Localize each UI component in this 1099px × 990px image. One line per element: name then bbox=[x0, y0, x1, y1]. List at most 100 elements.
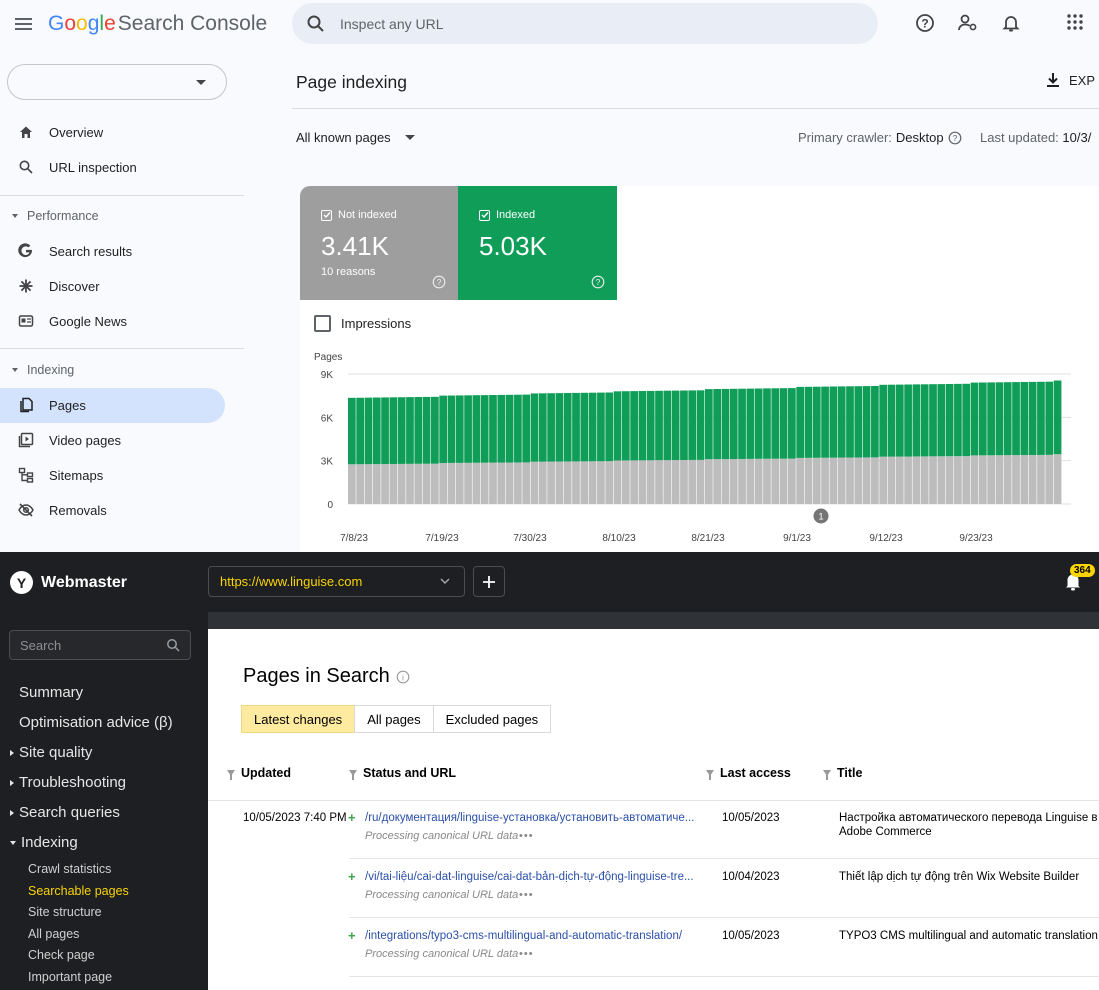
bar-indexed bbox=[1053, 380, 1062, 455]
row-last-access: 10/05/2023 bbox=[722, 930, 780, 942]
added-plus-icon: + bbox=[348, 810, 356, 825]
bar-indexed bbox=[696, 390, 705, 460]
chevron-down-icon bbox=[196, 80, 206, 85]
checkbox-checked-icon[interactable] bbox=[479, 209, 490, 221]
bar-not-indexed bbox=[597, 461, 605, 504]
column-label: Status and URL bbox=[363, 766, 457, 780]
section-indexing[interactable]: Indexing bbox=[12, 363, 74, 377]
inspect-url-search[interactable] bbox=[292, 3, 878, 44]
sidebar-item-optimisation[interactable]: Optimisation advice (β) bbox=[19, 714, 173, 731]
sidebar-item-label: Video pages bbox=[49, 433, 122, 448]
sidebar-item-url-inspection[interactable]: URL inspection bbox=[0, 150, 225, 185]
pages-icon bbox=[18, 397, 34, 413]
bar-indexed bbox=[680, 390, 688, 461]
more-options-icon[interactable]: ••• bbox=[519, 830, 534, 842]
help-icon[interactable]: ? bbox=[432, 275, 446, 289]
user-settings-icon[interactable] bbox=[957, 13, 979, 33]
sidebar-subitem-crawl-statistics[interactable]: Crawl statistics bbox=[28, 862, 111, 876]
x-tick-label: 9/12/23 bbox=[869, 533, 903, 544]
sidebar-subitem-important-page[interactable]: Important page bbox=[28, 970, 112, 984]
help-icon[interactable]: ? bbox=[591, 275, 605, 289]
bar-not-indexed bbox=[846, 457, 854, 504]
tab-all-pages[interactable]: All pages bbox=[354, 705, 434, 733]
bar-indexed bbox=[414, 397, 423, 464]
svg-text:?: ? bbox=[596, 277, 601, 287]
y-tick-label: 3K bbox=[321, 457, 334, 468]
checkbox[interactable] bbox=[314, 315, 331, 332]
sidebar-item-sitemaps[interactable]: Sitemaps bbox=[0, 458, 225, 493]
info-icon[interactable]: i bbox=[396, 670, 410, 684]
primary-crawler: Primary crawler: Desktop ? bbox=[798, 130, 962, 145]
filter-icon[interactable] bbox=[706, 770, 714, 780]
section-performance[interactable]: Performance bbox=[12, 209, 99, 223]
help-icon[interactable]: ? bbox=[948, 131, 962, 145]
more-options-icon[interactable]: ••• bbox=[519, 889, 534, 901]
bar-not-indexed bbox=[613, 460, 622, 504]
sidebar-search[interactable] bbox=[9, 630, 191, 660]
indexed-tile[interactable]: Indexed 5.03K ? bbox=[458, 186, 617, 300]
row-updated: 10/05/2023 7:40 PM bbox=[243, 812, 347, 824]
sidebar-subitem-site-structure[interactable]: Site structure bbox=[28, 905, 102, 919]
notifications-bell-icon[interactable] bbox=[1001, 13, 1021, 33]
sidebar-item-overview[interactable]: Overview bbox=[0, 115, 225, 150]
bar-indexed bbox=[812, 386, 821, 458]
bar-indexed bbox=[754, 388, 763, 459]
bar-not-indexed bbox=[754, 458, 763, 504]
row-url-link[interactable]: /vi/tai-liệu/cai-dat-linguise/cai-dat-bả… bbox=[365, 871, 694, 883]
sidebar-item-pages[interactable]: Pages bbox=[0, 388, 225, 423]
filter-icon[interactable] bbox=[823, 770, 831, 780]
search-console-logo[interactable]: GoogleSearch Console bbox=[48, 12, 267, 36]
checkbox-checked-icon[interactable] bbox=[321, 209, 332, 221]
bar-not-indexed bbox=[862, 457, 871, 504]
sidebar-item-site-quality[interactable]: Site quality bbox=[10, 744, 92, 761]
sidebar-item-label: Site quality bbox=[19, 744, 93, 761]
column-header-status-url[interactable]: Status and URL bbox=[349, 766, 456, 780]
impressions-checkbox[interactable]: Impressions bbox=[314, 315, 411, 332]
filter-icon[interactable] bbox=[349, 770, 357, 780]
pages-filter-dropdown[interactable]: All known pages bbox=[296, 130, 415, 145]
sidebar-item-discover[interactable]: Discover bbox=[0, 269, 225, 304]
column-header-last-access[interactable]: Last access bbox=[706, 766, 791, 780]
row-status: Processing canonical URL data bbox=[365, 948, 519, 960]
column-header-title[interactable]: Title bbox=[823, 766, 862, 780]
sidebar-item-indexing[interactable]: Indexing bbox=[10, 834, 78, 851]
help-icon[interactable]: ? bbox=[915, 13, 935, 33]
chevron-down-icon bbox=[440, 577, 450, 585]
sidebar-item-video-pages[interactable]: Video pages bbox=[0, 423, 225, 458]
hamburger-menu-icon[interactable] bbox=[14, 14, 34, 34]
bar-not-indexed bbox=[514, 462, 522, 504]
export-button[interactable]: EXP bbox=[1045, 72, 1095, 88]
inspect-url-input[interactable] bbox=[340, 3, 860, 44]
not-indexed-tile[interactable]: Not indexed 3.41K 10 reasons ? bbox=[300, 186, 458, 300]
site-selector[interactable]: https://www.linguise.com bbox=[208, 566, 465, 597]
apps-grid-icon[interactable] bbox=[1066, 13, 1084, 31]
add-site-button[interactable] bbox=[473, 566, 505, 597]
bar-not-indexed bbox=[680, 460, 688, 504]
tab-excluded-pages[interactable]: Excluded pages bbox=[432, 705, 552, 733]
collapse-triangle-icon bbox=[12, 368, 18, 372]
filter-icon[interactable] bbox=[227, 770, 235, 780]
sidebar-item-troubleshooting[interactable]: Troubleshooting bbox=[10, 774, 126, 791]
sidebar-item-search-results[interactable]: Search results bbox=[0, 234, 225, 269]
bar-not-indexed bbox=[837, 457, 846, 504]
bar-not-indexed bbox=[547, 461, 555, 504]
row-url-link[interactable]: /ru/документация/linguise-установка/уста… bbox=[365, 812, 694, 824]
sidebar-item-summary[interactable]: Summary bbox=[19, 684, 83, 701]
bar-not-indexed bbox=[522, 462, 531, 504]
tab-latest-changes[interactable]: Latest changes bbox=[241, 705, 356, 733]
sidebar-subitem-check-page[interactable]: Check page bbox=[28, 948, 95, 962]
bar-indexed bbox=[837, 386, 846, 458]
webmaster-logo[interactable]: Y Webmaster bbox=[10, 571, 127, 594]
column-header-updated[interactable]: Updated bbox=[227, 766, 291, 780]
sidebar-search-input[interactable] bbox=[20, 631, 160, 659]
sidebar-subitem-searchable-pages[interactable]: Searchable pages bbox=[28, 884, 129, 898]
bar-not-indexed bbox=[904, 456, 912, 504]
row-url-link[interactable]: /integrations/typo3-cms-multilingual-and… bbox=[365, 930, 682, 942]
bar-not-indexed bbox=[987, 455, 995, 504]
property-selector[interactable] bbox=[7, 64, 227, 100]
sidebar-subitem-all-pages[interactable]: All pages bbox=[28, 927, 79, 941]
more-options-icon[interactable]: ••• bbox=[519, 948, 534, 960]
sidebar-item-search-queries[interactable]: Search queries bbox=[10, 804, 120, 821]
sidebar-item-google-news[interactable]: Google News bbox=[0, 304, 225, 339]
sidebar-item-removals[interactable]: Removals bbox=[0, 493, 225, 528]
